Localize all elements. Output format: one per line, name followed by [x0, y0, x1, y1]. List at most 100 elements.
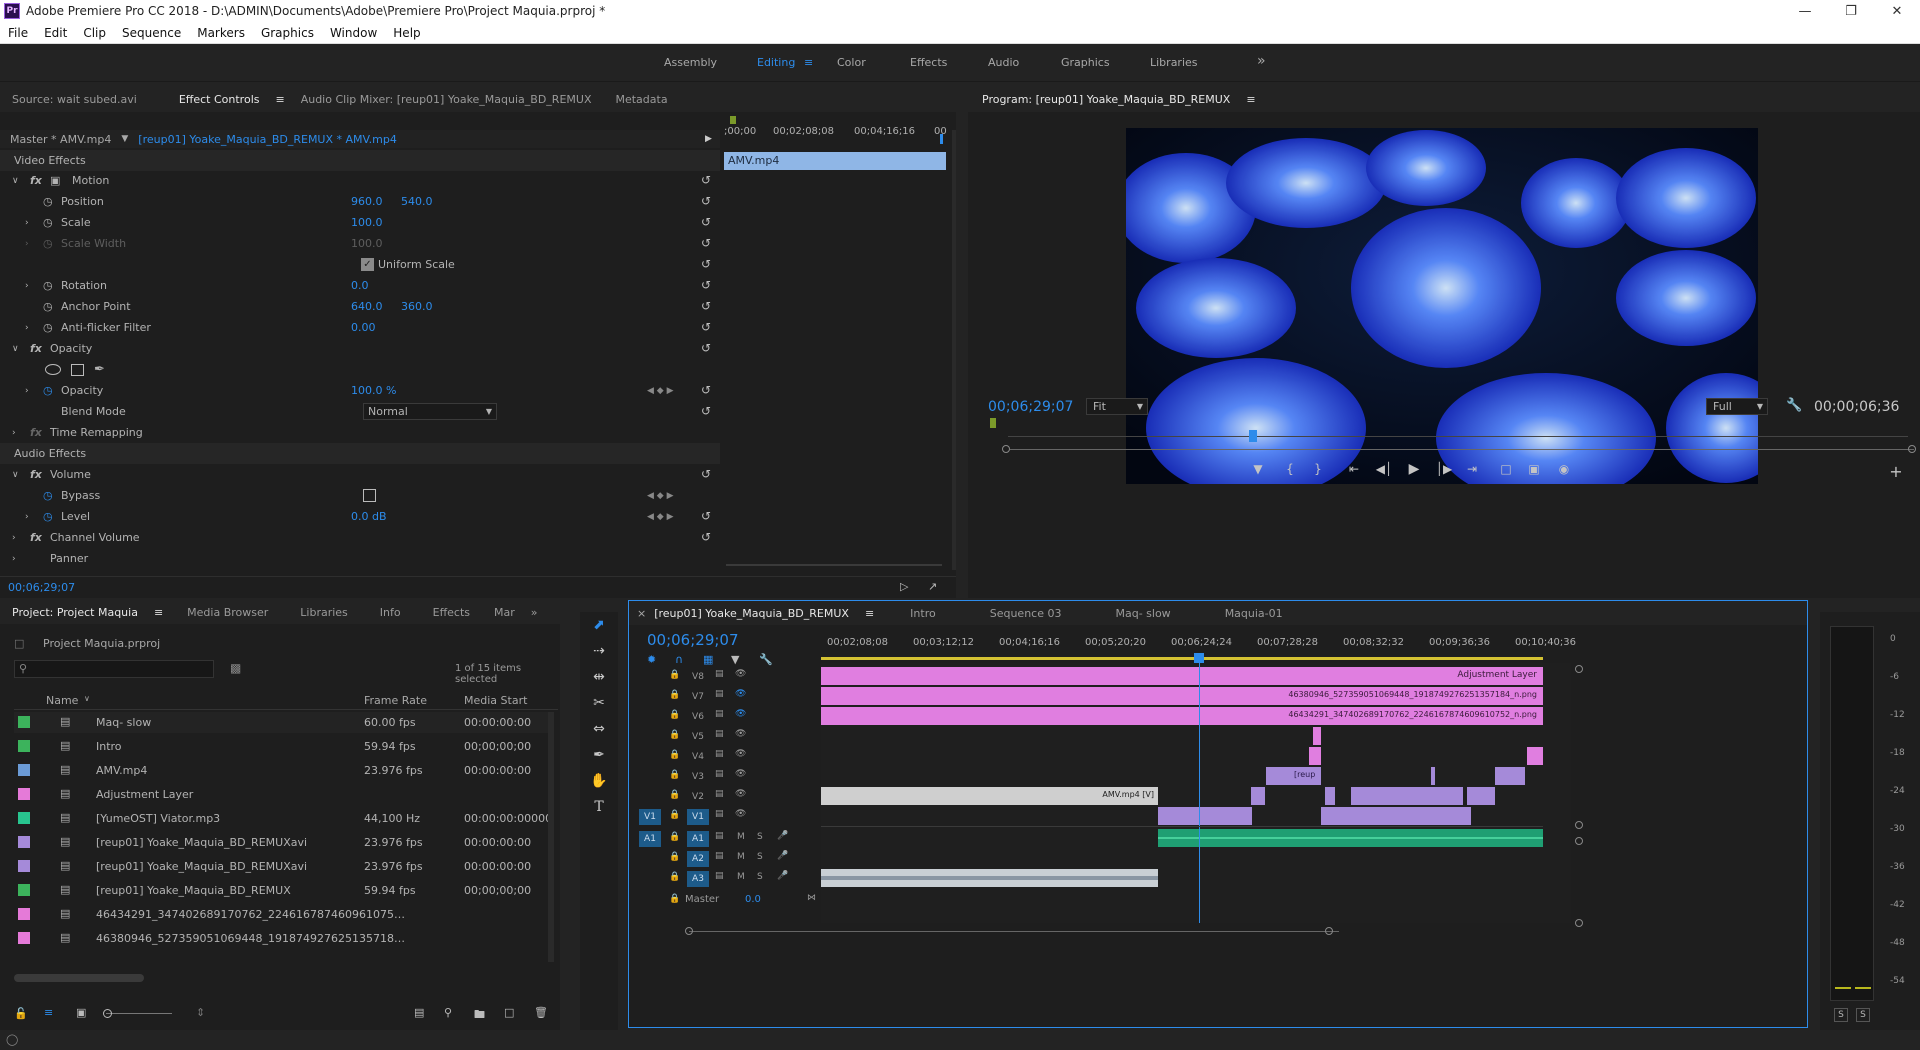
timeline-hscrollbar[interactable]: [689, 931, 1339, 932]
export-frame-icon[interactable]: ◉: [1554, 460, 1574, 478]
track-lock-icon[interactable]: 🔒: [669, 710, 680, 720]
anchor-x-value[interactable]: 640.0: [351, 300, 401, 313]
track-lock-icon[interactable]: 🔒: [669, 832, 680, 842]
program-video-frame[interactable]: [1126, 128, 1758, 484]
program-zoom-bar[interactable]: [1010, 449, 1914, 450]
sync-lock-icon[interactable]: ▤: [715, 769, 724, 779]
effects-scrollbar[interactable]: [952, 130, 956, 570]
column-media-start[interactable]: Media Start: [464, 694, 527, 707]
track-select-tool-icon[interactable]: ⇢: [588, 640, 610, 662]
mini-zoom-scrollbar[interactable]: [726, 564, 942, 566]
timeline-timecode[interactable]: 00;06;29;07: [647, 631, 739, 649]
track-lock-icon[interactable]: 🔒: [669, 810, 680, 820]
sort-icons-icon[interactable]: ⇕: [196, 1006, 205, 1019]
eye-icon[interactable]: 👁: [735, 789, 746, 799]
sync-lock-icon[interactable]: ▤: [715, 729, 724, 739]
reset-icon[interactable]: ↺: [700, 342, 712, 354]
stopwatch-icon[interactable]: ◷: [43, 321, 61, 334]
extract-icon[interactable]: ▣: [1524, 460, 1544, 478]
new-bin-icon[interactable]: 🖿: [474, 1006, 485, 1025]
label-color-swatch[interactable]: [18, 836, 30, 848]
effect-controls-timecode[interactable]: 00;06;29;07: [8, 581, 75, 594]
sync-lock-icon[interactable]: ▤: [715, 749, 724, 759]
menu-sequence[interactable]: Sequence: [114, 26, 189, 40]
project-list-item[interactable]: ▤ [reup01] Yoake_Maquia_BD_REMUXavi 23.976…: [14, 832, 548, 853]
sync-lock-icon[interactable]: ▤: [715, 809, 724, 819]
button-editor-icon[interactable]: +: [1886, 462, 1906, 481]
wrench-icon[interactable]: 🔧: [1786, 398, 1802, 413]
vscroll-handle-audio[interactable]: [1575, 837, 1583, 845]
clip-adjustment-layer[interactable]: Adjustment Layer: [821, 667, 1543, 685]
lift-icon[interactable]: □: [1496, 460, 1516, 478]
ripple-edit-tool-icon[interactable]: ⇹: [588, 666, 610, 688]
expand-icon[interactable]: ›: [25, 386, 43, 396]
master-clip-label[interactable]: Master * AMV.mp4: [0, 133, 111, 146]
eye-icon[interactable]: 👁: [735, 769, 746, 779]
label-color-swatch[interactable]: [18, 716, 30, 728]
reset-icon[interactable]: ↺: [700, 174, 712, 186]
panel-menu-icon[interactable]: ≡: [271, 93, 288, 106]
selection-tool-icon[interactable]: ⬈: [588, 614, 610, 636]
add-marker-icon[interactable]: ▼: [1248, 460, 1268, 478]
clip-v2-d[interactable]: [1467, 787, 1495, 805]
clip-v1-b[interactable]: [1321, 807, 1471, 825]
microphone-icon[interactable]: 🎤: [777, 851, 788, 861]
track-label[interactable]: V2: [687, 789, 709, 805]
sequence-clip-label[interactable]: [reup01] Yoake_Maquia_BD_REMUX * AMV.mp4: [138, 133, 397, 146]
tab-info[interactable]: Info: [368, 606, 413, 619]
ellipse-mask-icon[interactable]: [45, 364, 61, 375]
source-patch-v1[interactable]: V1: [639, 809, 661, 825]
filter-icon[interactable]: ▷: [900, 580, 908, 593]
reset-icon[interactable]: ↺: [700, 279, 712, 291]
label-color-swatch[interactable]: [18, 788, 30, 800]
tab-source[interactable]: Source: wait subed.avi: [0, 93, 149, 106]
stopwatch-icon[interactable]: ◷: [43, 489, 61, 502]
tab-project[interactable]: Project: Project Maquia: [0, 606, 150, 619]
anchor-y-value[interactable]: 360.0: [401, 300, 433, 313]
track-lock-icon[interactable]: 🔒: [669, 690, 680, 700]
workspace-graphics[interactable]: Graphics: [1061, 56, 1110, 69]
hand-tool-icon[interactable]: ✋: [588, 770, 610, 792]
project-list-item[interactable]: ▤ 46434291_347402689170762_22461678746096…: [14, 904, 548, 925]
label-color-swatch[interactable]: [18, 860, 30, 872]
tab-maquia-01[interactable]: Maquia-01: [1213, 607, 1295, 620]
project-hscrollbar[interactable]: [14, 974, 144, 982]
workspace-editing[interactable]: Editing: [757, 56, 795, 69]
track-label[interactable]: V7: [687, 689, 709, 705]
mark-out-icon[interactable]: }: [1308, 460, 1328, 478]
panel-menu-icon[interactable]: ≡: [861, 607, 878, 620]
tab-audio-clip-mixer[interactable]: Audio Clip Mixer: [reup01] Yoake_Maquia_…: [289, 93, 604, 106]
track-lock-icon[interactable]: 🔒: [669, 894, 680, 904]
eye-icon[interactable]: 👁: [735, 729, 746, 739]
tab-maq-slow[interactable]: Maq- slow: [1103, 607, 1182, 620]
close-tab-icon[interactable]: ×: [629, 607, 652, 620]
reset-icon[interactable]: ↺: [700, 531, 712, 543]
expand-icon[interactable]: ›: [25, 512, 43, 522]
menu-help[interactable]: Help: [385, 26, 428, 40]
icon-view-icon[interactable]: ▣: [76, 1006, 86, 1019]
clip-png-2[interactable]: 46434291_347402689170762_224616787460961…: [821, 707, 1543, 725]
mute-button[interactable]: M: [737, 872, 745, 882]
keyframe-nav-icon[interactable]: ◀ ◆ ▶: [647, 512, 674, 522]
workspace-effects[interactable]: Effects: [910, 56, 947, 69]
stopwatch-icon[interactable]: ◷: [43, 384, 61, 397]
more-tabs-icon[interactable]: »: [527, 606, 542, 619]
reset-icon[interactable]: ↺: [700, 195, 712, 207]
project-list-item[interactable]: ▤ [reup01] Yoake_Maquia_BD_REMUX 59.94 fps…: [14, 880, 548, 901]
new-bin-from-search-icon[interactable]: ▩: [230, 661, 241, 675]
go-to-in-icon[interactable]: ⇤: [1344, 460, 1364, 478]
panner-row[interactable]: › Panner: [0, 548, 720, 569]
keyframe-nav-icon[interactable]: ◀ ◆ ▶: [647, 386, 674, 396]
track-lock-icon[interactable]: 🔒: [669, 730, 680, 740]
clip-png-1[interactable]: 46380946_527359051069448_191874927625135…: [821, 687, 1543, 705]
reset-icon[interactable]: ↺: [700, 384, 712, 396]
clip-v3-b[interactable]: [1431, 767, 1435, 785]
find-icon[interactable]: ⚲: [444, 1006, 452, 1019]
project-list-item[interactable]: ▤ [YumeOST] Viator.mp3 44,100 Hz 00:00:00:0…: [14, 808, 552, 829]
stopwatch-icon[interactable]: ◷: [43, 300, 61, 313]
menu-graphics[interactable]: Graphics: [253, 26, 322, 40]
expand-icon[interactable]: ›: [25, 323, 43, 333]
zoom-slider-handle[interactable]: [103, 1009, 112, 1018]
tab-sequence-main[interactable]: [reup01] Yoake_Maquia_BD_REMUX: [652, 607, 861, 620]
tab-sequence-03[interactable]: Sequence 03: [978, 607, 1074, 620]
